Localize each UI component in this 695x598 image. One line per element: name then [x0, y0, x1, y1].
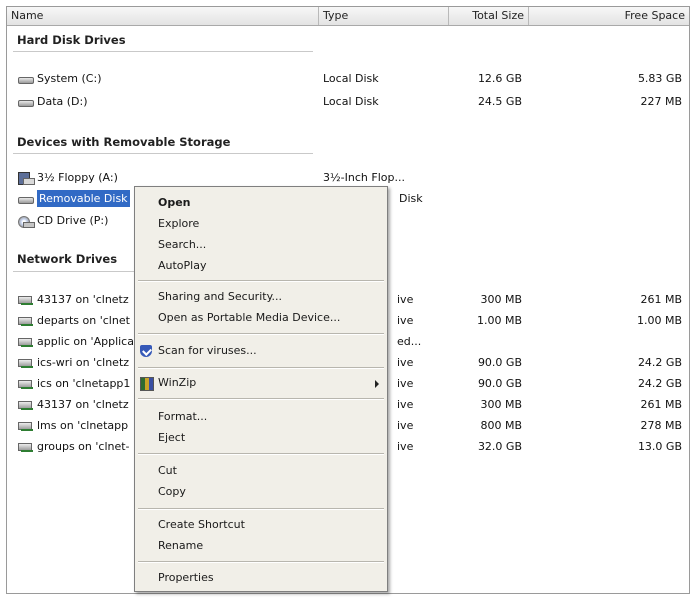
drive-total-size: 24.5 GB — [477, 95, 522, 108]
menu-item-label: WinZip — [158, 376, 197, 389]
menu-separator — [138, 561, 384, 563]
drive-name: lms on 'clnetapp — [37, 419, 129, 432]
menu-separator — [138, 398, 384, 400]
network-drive-icon — [17, 399, 33, 411]
network-drive-icon — [17, 294, 33, 306]
submenu-arrow-icon — [375, 380, 379, 388]
drive-name: System (C:) — [37, 72, 102, 85]
hard-disk-icon — [17, 73, 34, 85]
winzip-icon — [140, 377, 154, 391]
drive-free-space: 24.2 GB — [637, 377, 682, 390]
drive-type: Local Disk — [323, 72, 379, 85]
drive-name-selected: Removable Disk — [37, 190, 130, 207]
drive-name: 43137 on 'clnetz — [37, 398, 129, 411]
drive-type: 3½-Inch Flop... — [323, 171, 405, 184]
drive-total-size: 32.0 GB — [477, 440, 522, 453]
floppy-icon — [17, 171, 35, 185]
menu-separator — [138, 280, 384, 282]
drive-free-space: 261 MB — [640, 398, 682, 411]
drive-free-space: 227 MB — [640, 95, 682, 108]
group-divider — [13, 153, 313, 154]
menu-item-copy[interactable]: Copy — [135, 482, 387, 502]
menu-item-open[interactable]: Open — [135, 193, 387, 213]
group-divider — [13, 51, 313, 52]
column-header: Name Type Total Size Free Space — [7, 7, 689, 26]
menu-item-rename[interactable]: Rename — [135, 536, 387, 556]
drive-row-system[interactable]: System (C:) Local Disk 12.6 GB 5.83 GB — [7, 70, 689, 87]
drive-type: ive — [397, 398, 414, 411]
menu-item-autoplay[interactable]: AutoPlay — [135, 256, 387, 276]
drive-type: ive — [397, 419, 414, 432]
group-removable-storage: Devices with Removable Storage — [17, 135, 231, 149]
network-drive-icon — [17, 441, 33, 453]
network-drive-icon — [17, 336, 33, 348]
network-drive-icon — [17, 378, 33, 390]
menu-item-explore[interactable]: Explore — [135, 214, 387, 234]
menu-item-eject[interactable]: Eject — [135, 428, 387, 448]
drive-name: 3½ Floppy (A:) — [37, 171, 118, 184]
network-drive-icon — [17, 420, 33, 432]
menu-separator — [138, 333, 384, 335]
menu-item-label: Scan for viruses... — [158, 344, 257, 357]
menu-item-open-portable-media[interactable]: Open as Portable Media Device... — [135, 308, 387, 328]
network-drive-icon — [17, 357, 33, 369]
menu-item-winzip[interactable]: WinZip — [135, 373, 387, 393]
drive-total-size: 300 MB — [480, 293, 522, 306]
group-hard-disk-drives: Hard Disk Drives — [17, 33, 126, 47]
drive-free-space: 13.0 GB — [637, 440, 682, 453]
drive-free-space: 24.2 GB — [637, 356, 682, 369]
drive-total-size: 300 MB — [480, 398, 522, 411]
menu-item-search[interactable]: Search... — [135, 235, 387, 255]
drive-free-space: 5.83 GB — [637, 72, 682, 85]
column-total-size[interactable]: Total Size — [449, 7, 529, 25]
drive-type: Disk — [399, 192, 423, 205]
drive-type: ive — [397, 377, 414, 390]
drive-type: ive — [397, 440, 414, 453]
drive-free-space: 278 MB — [640, 419, 682, 432]
drive-type: ed... — [397, 335, 422, 348]
drive-type: Local Disk — [323, 95, 379, 108]
cd-drive-icon — [17, 215, 35, 228]
drive-free-space: 1.00 MB — [636, 314, 682, 327]
column-name[interactable]: Name — [7, 7, 319, 25]
menu-item-cut[interactable]: Cut — [135, 461, 387, 481]
menu-separator — [138, 367, 384, 369]
drive-free-space: 261 MB — [640, 293, 682, 306]
menu-item-sharing-security[interactable]: Sharing and Security... — [135, 287, 387, 307]
drive-name: ics-wri on 'clnetz — [37, 356, 130, 369]
drive-total-size: 90.0 GB — [477, 377, 522, 390]
column-type[interactable]: Type — [319, 7, 449, 25]
drive-total-size: 90.0 GB — [477, 356, 522, 369]
drive-total-size: 800 MB — [480, 419, 522, 432]
drive-row-data[interactable]: Data (D:) Local Disk 24.5 GB 227 MB — [7, 93, 689, 110]
drive-type: ive — [397, 314, 414, 327]
column-free-space[interactable]: Free Space — [529, 7, 689, 25]
drive-type: ive — [397, 293, 414, 306]
menu-item-create-shortcut[interactable]: Create Shortcut — [135, 515, 387, 535]
hard-disk-icon — [17, 96, 34, 108]
drive-name: Data (D:) — [37, 95, 88, 108]
drive-total-size: 1.00 MB — [476, 314, 522, 327]
menu-separator — [138, 508, 384, 510]
drive-row-floppy[interactable]: 3½ Floppy (A:) 3½-Inch Flop... — [7, 169, 689, 186]
drive-name: applic on 'Applica — [37, 335, 134, 348]
drive-name: 43137 on 'clnetz — [37, 293, 129, 306]
context-menu: Open Explore Search... AutoPlay Sharing … — [134, 186, 388, 592]
menu-item-scan-viruses[interactable]: Scan for viruses... — [135, 341, 387, 361]
drive-total-size: 12.6 GB — [477, 72, 522, 85]
menu-item-properties[interactable]: Properties — [135, 568, 387, 588]
menu-separator — [138, 453, 384, 455]
drive-type: ive — [397, 356, 414, 369]
group-network-drives: Network Drives — [17, 252, 118, 266]
drive-name: departs on 'clnet — [37, 314, 130, 327]
drive-name: ics on 'clnetapp1 — [37, 377, 131, 390]
drive-name: groups on 'clnet- — [37, 440, 130, 453]
menu-item-format[interactable]: Format... — [135, 407, 387, 427]
drive-name: CD Drive (P:) — [37, 214, 109, 227]
network-drive-icon — [17, 315, 33, 327]
removable-disk-icon — [17, 193, 34, 205]
shield-icon — [140, 345, 152, 357]
